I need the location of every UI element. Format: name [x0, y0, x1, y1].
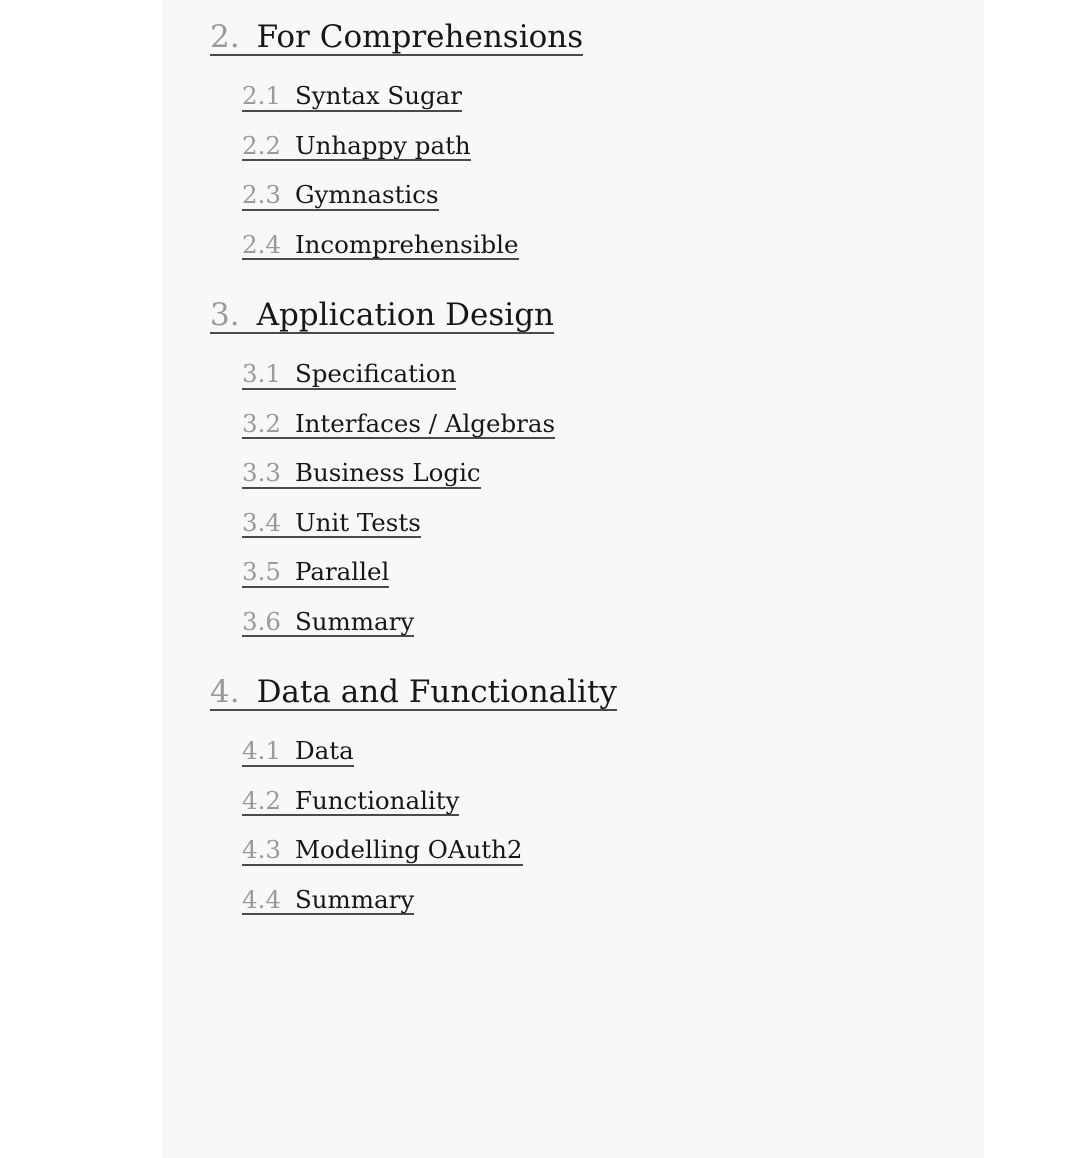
toc-entry-underline: 3. Application Design [210, 297, 555, 334]
toc-entry-spacer [281, 233, 295, 258]
toc-entry-title: Unhappy path [294, 130, 471, 160]
toc-entry-3-4[interactable]: 3.4 Unit Tests [242, 507, 421, 538]
toc-entry-4-3[interactable]: 4.3 Modelling OAuth2 [242, 835, 523, 866]
toc-entry-number: 4.3 [242, 835, 281, 864]
toc-entry-spacer [281, 461, 295, 486]
toc-entry-3-1[interactable]: 3.1 Specification [242, 359, 457, 390]
toc-entry-spacer [240, 677, 257, 708]
toc-entry-spacer [281, 739, 295, 764]
toc-entry-underline: 3.3 Business Logic [242, 458, 481, 489]
toc-entry-3-3[interactable]: 3.3 Business Logic [242, 458, 481, 489]
toc-entry-spacer [240, 22, 257, 53]
toc-entry-title: Business Logic [294, 458, 481, 487]
toc-entry-3-2[interactable]: 3.2 Interfaces / Algebras [242, 408, 556, 439]
toc-entry-number: 2. [210, 19, 240, 55]
toc-entry-spacer [281, 888, 295, 913]
toc-entry-3-5[interactable]: 3.5 Parallel [242, 557, 390, 588]
toc-entry-number: 4.1 [242, 736, 281, 765]
toc-entry-title: Summary [294, 606, 415, 636]
toc-entry-underline: 4. Data and Functionality [210, 677, 617, 711]
toc-entry-2[interactable]: 2. For Comprehensions [210, 19, 584, 56]
toc-entry-4-4[interactable]: 4.4 Summary [242, 884, 415, 915]
toc-entry-number: 4.4 [242, 884, 281, 914]
toc-entry-title: Application Design [256, 297, 555, 333]
toc-entry-title: For Comprehensions [256, 19, 584, 55]
toc-entry-title: Gymnastics [294, 180, 439, 209]
toc-entry-number: 3.3 [242, 458, 281, 487]
toc-entry-underline: 4.3 Modelling OAuth2 [242, 835, 523, 866]
toc-entry-underline: 4.1 Data [242, 736, 354, 767]
toc-entry-title: Parallel [294, 557, 390, 586]
toc-entry-number: 2.3 [242, 180, 281, 209]
toc-entry-number: 4. [210, 674, 240, 710]
toc-entry-spacer [281, 610, 295, 635]
toc-entry-title: Functionality [294, 785, 460, 815]
toc-entry-number: 2.2 [242, 130, 281, 160]
toc-entry-spacer [281, 511, 295, 536]
toc-entry-underline: 3.2 Interfaces / Algebras [242, 408, 556, 439]
toc-entry-number: 3.2 [242, 408, 281, 438]
toc-entry-title: Data and Functionality [256, 674, 617, 710]
toc-entry-number: 3. [210, 297, 240, 333]
toc-entry-spacer [281, 362, 295, 387]
toc-entry-2-2[interactable]: 2.2 Unhappy path [242, 130, 471, 161]
toc-entry-spacer [281, 134, 295, 159]
toc-entry-title: Syntax Sugar [294, 81, 462, 110]
toc-entry-2-4[interactable]: 2.4 Incomprehensible [242, 229, 519, 260]
toc-entry-3[interactable]: 3. Application Design [210, 297, 555, 334]
toc-entry-title: Incomprehensible [294, 229, 519, 259]
toc-entry-underline: 2.2 Unhappy path [242, 130, 471, 161]
toc-entry-underline: 2.4 Incomprehensible [242, 229, 519, 260]
toc-entry-number: 2.1 [242, 81, 281, 110]
toc-entry-underline: 3.6 Summary [242, 606, 415, 637]
toc-entry-underline: 4.4 Summary [242, 884, 415, 915]
toc-entry-spacer [281, 84, 295, 109]
toc-entry-underline: 3.1 Specification [242, 359, 457, 390]
toc-entry-2-1[interactable]: 2.1 Syntax Sugar [242, 81, 462, 112]
toc-entry-title: Modelling OAuth2 [294, 835, 523, 864]
toc-entry-spacer [281, 560, 295, 585]
toc-entry-2-3[interactable]: 2.3 Gymnastics [242, 180, 439, 211]
content-panel: 2. For Comprehensions 2.1 Syntax Sugar 2.2… [162, 0, 984, 1158]
toc-entry-4-2[interactable]: 4.2 Functionality [242, 785, 460, 816]
toc-entry-number: 3.6 [242, 606, 281, 636]
toc-entry-number: 2.4 [242, 229, 281, 259]
toc-entry-underline: 2. For Comprehensions [210, 19, 584, 56]
toc-entry-title: Specification [294, 359, 457, 388]
table-of-contents: 2. For Comprehensions 2.1 Syntax Sugar 2.2… [162, 0, 984, 915]
toc-entry-number: 3.4 [242, 507, 281, 537]
toc-entry-underline: 3.5 Parallel [242, 557, 390, 588]
toc-entry-number: 3.5 [242, 557, 281, 586]
toc-entry-number: 3.1 [242, 359, 281, 388]
page: 2. For Comprehensions 2.1 Syntax Sugar 2.2… [0, 0, 1078, 1158]
toc-entry-4-1[interactable]: 4.1 Data [242, 736, 354, 767]
toc-entry-3-6[interactable]: 3.6 Summary [242, 606, 415, 637]
toc-entry-spacer [281, 412, 295, 437]
toc-entry-underline: 2.1 Syntax Sugar [242, 81, 462, 112]
toc-entry-spacer [281, 789, 295, 814]
toc-entry-underline: 3.4 Unit Tests [242, 507, 421, 538]
toc-entry-underline: 2.3 Gymnastics [242, 180, 439, 211]
toc-entry-underline: 4.2 Functionality [242, 785, 460, 816]
toc-entry-spacer [281, 183, 295, 208]
toc-entry-number: 4.2 [242, 785, 281, 815]
toc-entry-spacer [281, 838, 295, 863]
toc-entry-spacer [240, 300, 257, 331]
toc-entry-title: Interfaces / Algebras [294, 408, 556, 438]
toc-entry-title: Summary [294, 884, 415, 914]
toc-entry-title: Unit Tests [294, 507, 421, 537]
toc-entry-title: Data [294, 736, 354, 765]
toc-entry-4[interactable]: 4. Data and Functionality [210, 677, 617, 711]
